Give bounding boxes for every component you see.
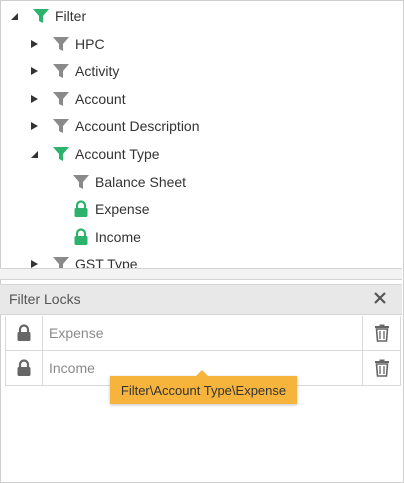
tree-node-label: Activity bbox=[75, 63, 120, 79]
collapse-arrow-icon[interactable] bbox=[9, 11, 19, 21]
tree-node-account[interactable]: Account bbox=[29, 88, 126, 110]
panel-splitter[interactable] bbox=[0, 268, 402, 280]
filter-green-icon bbox=[52, 145, 70, 163]
tree-node-gst-type[interactable]: GST Type bbox=[29, 253, 138, 268]
filter-gray-icon bbox=[72, 173, 90, 191]
trash-icon[interactable] bbox=[362, 316, 400, 350]
tree-node-account-type[interactable]: Account Type bbox=[29, 143, 160, 165]
expand-arrow-icon[interactable] bbox=[29, 259, 39, 268]
filter-gray-icon bbox=[52, 35, 70, 53]
filter-gray-icon bbox=[52, 117, 70, 135]
tree-node-label: Income bbox=[95, 229, 141, 245]
tree-node-label: Account Type bbox=[75, 146, 160, 162]
filter-lock-row[interactable]: Expense bbox=[5, 316, 401, 351]
close-icon[interactable] bbox=[371, 289, 389, 307]
tree-node-expense[interactable]: Expense bbox=[72, 198, 149, 220]
filter-gray-icon bbox=[52, 255, 70, 268]
tree-node-label: Filter bbox=[55, 8, 87, 24]
tree-node-label: Balance Sheet bbox=[95, 174, 187, 190]
tree-node-label: HPC bbox=[75, 36, 105, 52]
tree-node-income[interactable]: Income bbox=[72, 226, 141, 248]
path-tooltip: Filter\Account Type\Expense bbox=[110, 370, 297, 404]
filter-lock-value: Expense bbox=[49, 325, 104, 341]
lock-icon bbox=[6, 316, 43, 350]
lock-icon bbox=[6, 351, 43, 385]
tree-node-label: Account Description bbox=[75, 118, 200, 134]
filter-tree: Filter HPC Activity Account Account Desc… bbox=[0, 0, 402, 268]
tree-node-filter[interactable]: Filter bbox=[9, 5, 86, 27]
lock-green-icon bbox=[72, 228, 90, 246]
lock-green-icon bbox=[72, 200, 90, 218]
tree-node-balance-sheet[interactable]: Balance Sheet bbox=[72, 171, 186, 193]
tree-node-account-description[interactable]: Account Description bbox=[29, 115, 200, 137]
trash-icon[interactable] bbox=[362, 351, 400, 385]
expand-arrow-icon[interactable] bbox=[29, 66, 39, 76]
tree-node-label: GST Type bbox=[75, 256, 138, 268]
collapse-arrow-icon[interactable] bbox=[29, 149, 39, 159]
filter-green-icon bbox=[32, 7, 50, 25]
filter-gray-icon bbox=[52, 90, 70, 108]
panel-title: Filter Locks bbox=[9, 291, 81, 307]
tree-node-label: Expense bbox=[95, 201, 150, 217]
tree-node-activity[interactable]: Activity bbox=[29, 60, 119, 82]
tree-node-label: Account bbox=[75, 91, 126, 107]
filter-locks-header: Filter Locks bbox=[0, 284, 402, 315]
filter-gray-icon bbox=[52, 62, 70, 80]
expand-arrow-icon[interactable] bbox=[29, 94, 39, 104]
tree-node-hpc[interactable]: HPC bbox=[29, 33, 105, 55]
expand-arrow-icon[interactable] bbox=[29, 39, 39, 49]
expand-arrow-icon[interactable] bbox=[29, 121, 39, 131]
